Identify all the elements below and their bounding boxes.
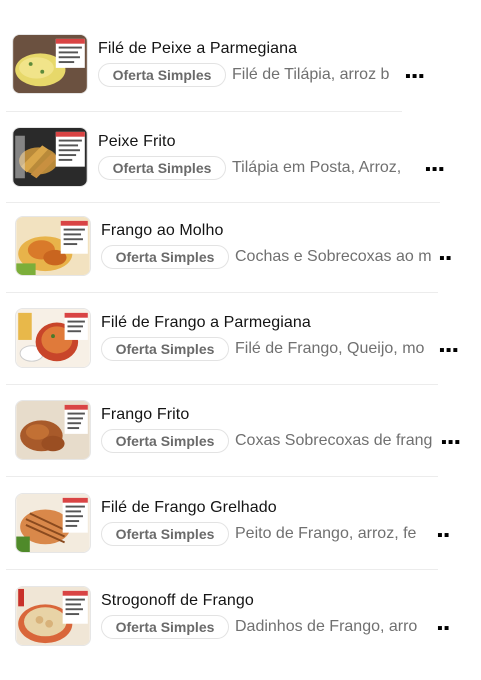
divider (6, 111, 402, 112)
item-description: Dadinhos de Frango, arro (235, 618, 418, 635)
item-title: Filé de Frango Grelhado (101, 499, 277, 516)
menu-item[interactable]: Filé de Frango Grelhado Oferta Simples P… (0, 493, 481, 585)
offer-badge: Oferta Simples (101, 245, 229, 269)
item-title: Strogonoff de Frango (101, 592, 254, 609)
item-title: Frango ao Molho (101, 222, 224, 239)
divider (6, 476, 438, 477)
item-title: Frango Frito (101, 406, 190, 423)
divider (6, 202, 440, 203)
more-icon[interactable]: ▪▪ (439, 251, 452, 267)
chicken-parmigiana-photo (15, 308, 91, 368)
item-description: Filé de Frango, Queijo, mo (235, 340, 425, 357)
item-description: Coxas Sobrecoxas de frang (235, 432, 433, 449)
stroganoff-photo (15, 586, 91, 646)
menu-item[interactable]: Strogonoff de Frango Oferta Simples Dadi… (0, 586, 481, 678)
offer-badge: Oferta Simples (98, 63, 226, 87)
item-description: Peito de Frango, arroz, fe (235, 525, 417, 542)
divider (6, 384, 438, 385)
more-icon[interactable]: ▪▪ (437, 621, 450, 637)
offer-badge: Oferta Simples (101, 522, 229, 546)
menu-item[interactable]: Filé de Peixe a Parmegiana Oferta Simple… (0, 34, 481, 126)
item-title: Filé de Frango a Parmegiana (101, 314, 311, 331)
item-description: Filé de Tilápia, arroz b (232, 66, 390, 83)
menu-item[interactable]: Peixe Frito Oferta Simples Tilápia em Po… (0, 127, 481, 219)
item-title: Filé de Peixe a Parmegiana (98, 40, 298, 57)
offer-badge: Oferta Simples (101, 337, 229, 361)
offer-badge: Oferta Simples (98, 156, 226, 180)
divider (6, 292, 438, 293)
more-icon[interactable]: ▪▪▪ (439, 343, 459, 359)
fish-parmigiana-photo (12, 34, 88, 94)
fried-chicken-photo (15, 400, 91, 460)
menu-item[interactable]: Frango ao Molho Oferta Simples Cochas e … (0, 216, 481, 308)
chicken-sauce-photo (15, 216, 91, 276)
offer-badge: Oferta Simples (101, 429, 229, 453)
fried-fish-photo (12, 127, 88, 187)
item-description: Tilápia em Posta, Arroz, (232, 159, 402, 176)
divider (6, 569, 438, 570)
offer-badge: Oferta Simples (101, 615, 229, 639)
more-icon[interactable]: ▪▪▪ (441, 435, 461, 451)
more-icon[interactable]: ▪▪▪ (405, 69, 425, 85)
more-icon[interactable]: ▪▪ (437, 528, 450, 544)
menu-item[interactable]: Frango Frito Oferta Simples Coxas Sobrec… (0, 400, 481, 492)
more-icon[interactable]: ▪▪▪ (425, 162, 445, 178)
grilled-chicken-photo (15, 493, 91, 553)
menu-item[interactable]: Filé de Frango a Parmegiana Oferta Simpl… (0, 308, 481, 400)
item-title: Peixe Frito (98, 133, 176, 150)
item-description: Cochas e Sobrecoxas ao m (235, 248, 432, 265)
